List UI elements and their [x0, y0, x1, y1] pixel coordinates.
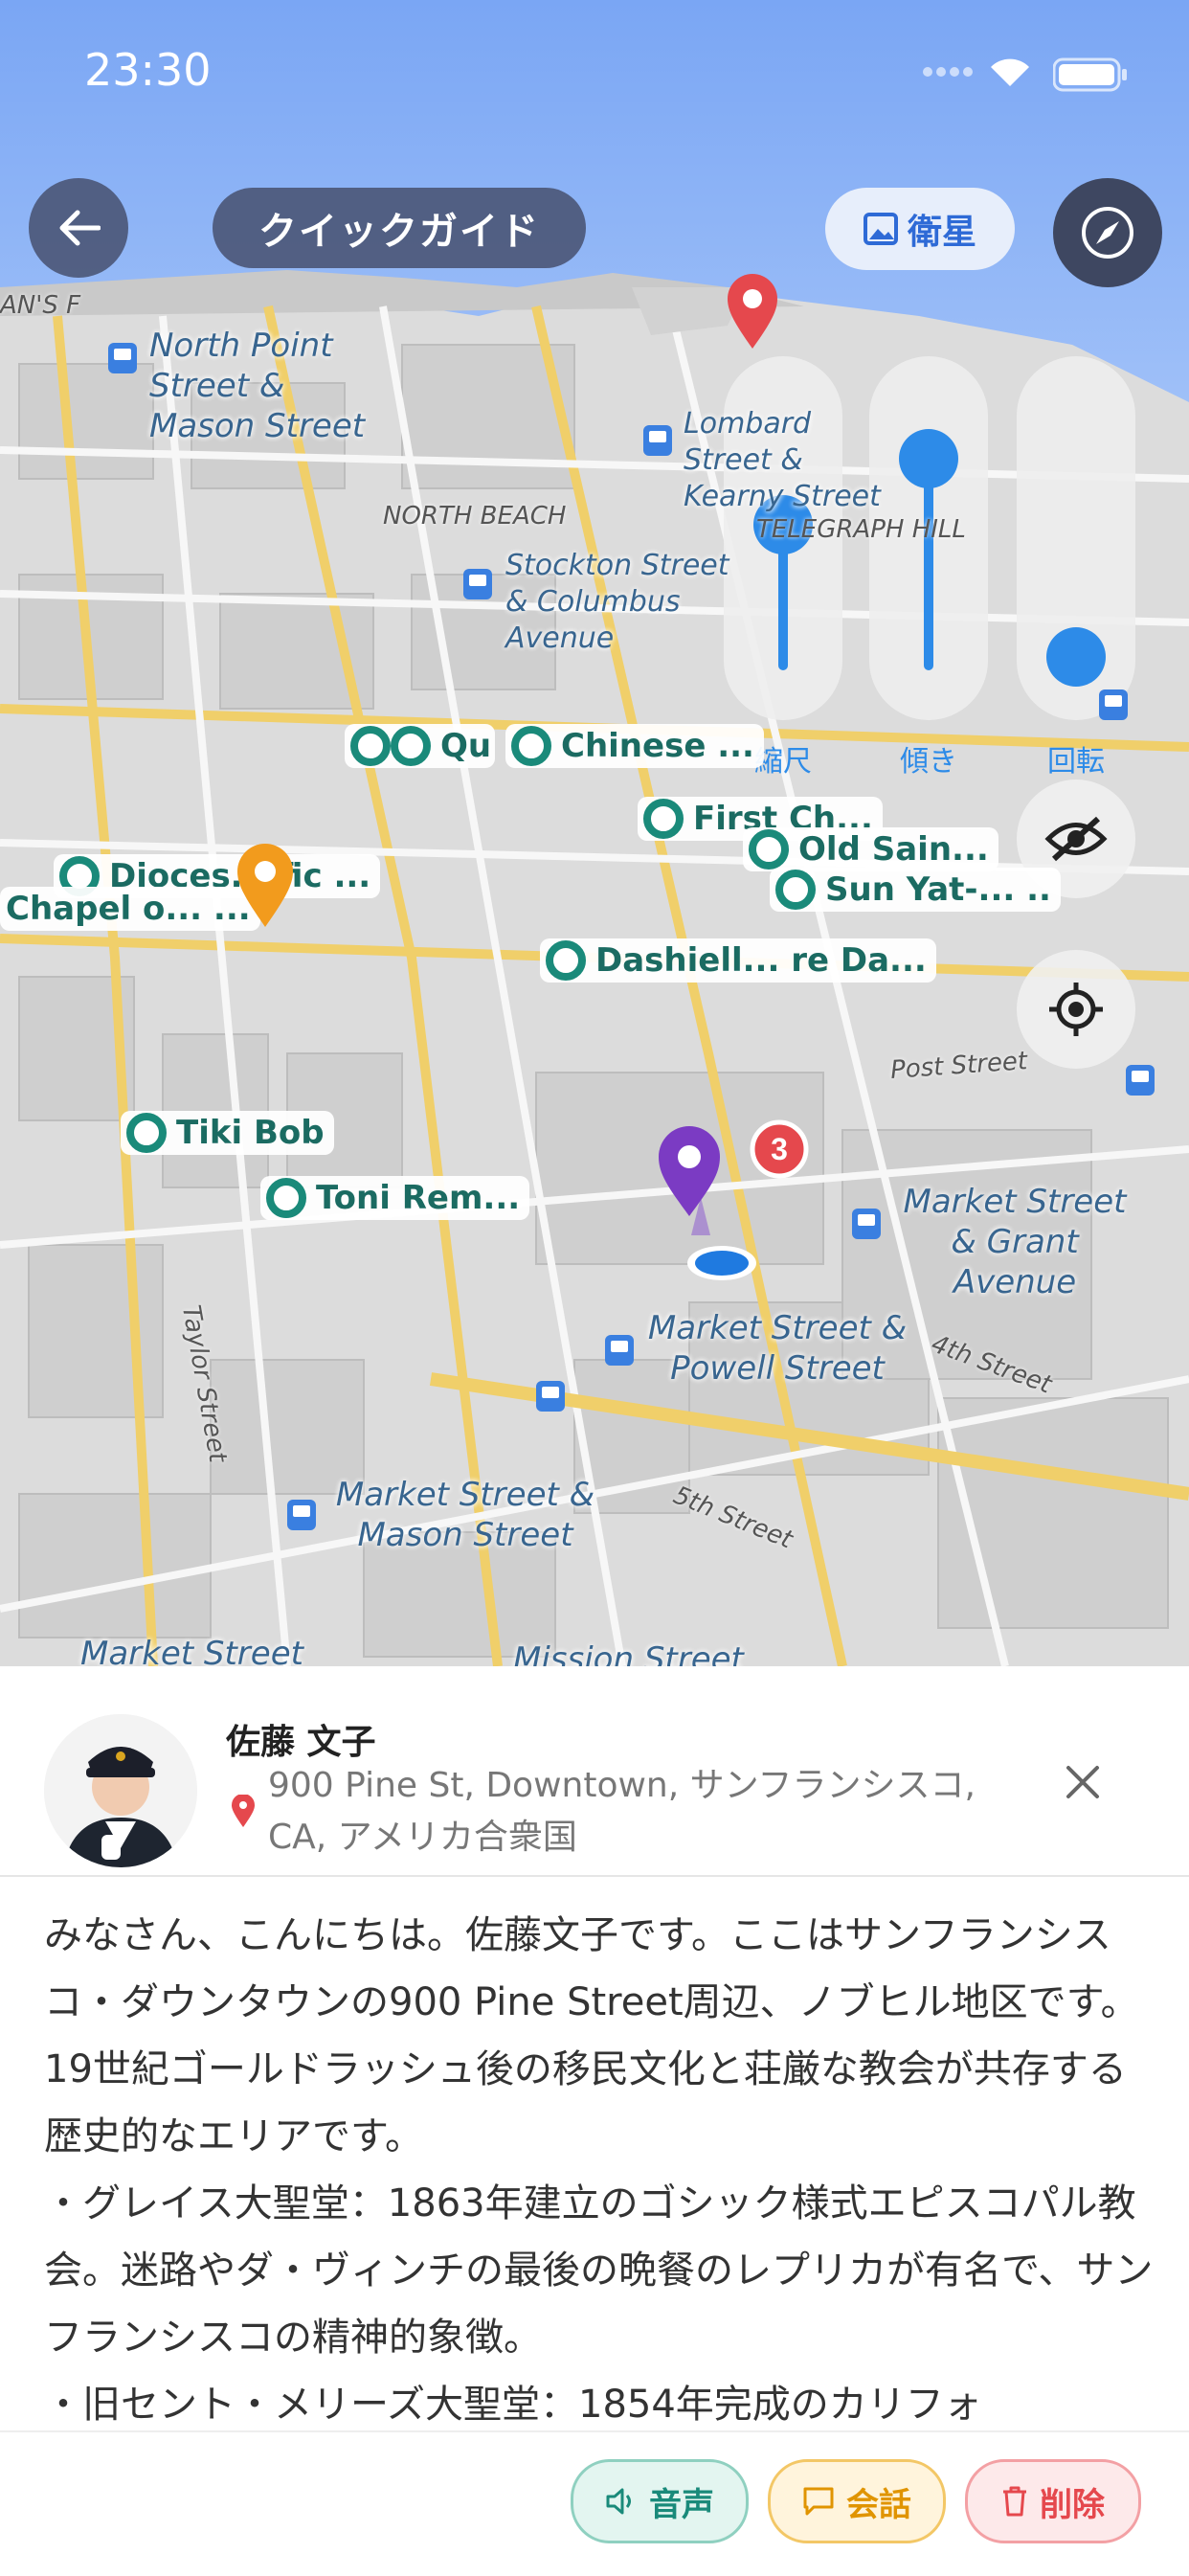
bus-stop-label: Market Street & Powell Street: [647, 1309, 908, 1388]
chat-label: 会話: [846, 2485, 911, 2524]
trash-icon: [1003, 2486, 1026, 2517]
location-pin-icon: [232, 1795, 255, 1827]
poi-dot-icon: [643, 799, 684, 839]
cell-signal-icon: [963, 67, 973, 77]
battery-icon: [1053, 57, 1127, 92]
bus-stop-icon[interactable]: [1126, 1065, 1155, 1096]
current-location-icon: [687, 1246, 756, 1280]
back-button[interactable]: [29, 178, 128, 278]
poi-marker[interactable]: Sun Yat-... ..: [770, 868, 1061, 912]
bus-stop-icon[interactable]: [852, 1209, 881, 1239]
poi-label: Qu: [440, 727, 492, 765]
area-label: AN'S F: [0, 291, 81, 320]
bus-stop-icon[interactable]: [605, 1335, 634, 1366]
bus-stop-icon[interactable]: [108, 343, 137, 373]
cell-signal-icon: [950, 67, 959, 77]
crosshair-icon: [1049, 983, 1103, 1036]
poi-dot-icon: [546, 940, 586, 981]
image-icon: [863, 213, 898, 245]
avatar: [44, 1714, 197, 1867]
tilt-knob[interactable]: [899, 429, 958, 489]
audio-label: 音声: [649, 2485, 714, 2524]
audio-button[interactable]: 音声: [571, 2459, 749, 2543]
poi-marker[interactable]: Chapel o... ...: [0, 887, 260, 931]
bus-stop-label: Market Street: [80, 1635, 303, 1666]
poi-marker[interactable]: Toni Rem...: [260, 1176, 530, 1220]
compass-button[interactable]: [1053, 178, 1162, 287]
eye-off-icon: [1044, 816, 1108, 862]
bus-stop-icon[interactable]: [536, 1381, 565, 1412]
bus-stop-label: Mission Street: [513, 1640, 744, 1666]
tilt-label: 傾き: [900, 745, 957, 779]
bus-stop-icon[interactable]: [643, 425, 672, 456]
delete-label: 削除: [1040, 2485, 1105, 2524]
divider: [0, 1875, 1189, 1877]
rotate-slider[interactable]: [1017, 356, 1135, 720]
status-time: 23:30: [84, 44, 212, 96]
close-icon[interactable]: [1059, 1758, 1107, 1806]
chat-bubble-icon: [803, 2487, 834, 2516]
cell-signal-icon: [936, 67, 946, 77]
poi-dot-icon: [126, 1113, 167, 1153]
compass-icon: [1082, 207, 1133, 259]
location-pin-icon[interactable]: [724, 272, 781, 352]
bus-stop-label: Market Street & Mason Street: [335, 1476, 595, 1554]
bus-stop-icon[interactable]: [463, 569, 492, 599]
poi-marker[interactable]: Old Sain...: [743, 827, 998, 871]
cell-signal-icon: [923, 67, 932, 77]
wifi-icon: [991, 58, 1029, 86]
poi-pin-icon[interactable]: [234, 843, 297, 931]
guide-pin-icon[interactable]: [653, 1120, 749, 1245]
description-paragraph: ・旧セント・メリーズ大聖堂：1854年完成のカリフォ: [44, 2383, 982, 2427]
guide-portrait: [44, 1714, 197, 1867]
bus-stop-label: North Point Street & Mason Street: [149, 327, 366, 445]
poi-marker[interactable]: Qu: [345, 724, 496, 768]
guide-name: 佐藤 文子: [226, 1723, 376, 1762]
poi-label: Chapel o... ...: [6, 890, 251, 928]
poi-marker[interactable]: Dashiell... re Da...: [540, 938, 936, 983]
tilt-track: [924, 459, 933, 670]
poi-dot-icon: [350, 726, 391, 766]
bus-stop-icon[interactable]: [287, 1500, 316, 1530]
back-arrow-icon: [59, 210, 101, 246]
map-view[interactable]: 23:30 クイックガイド 衛星 縮尺 傾き 回転 AN'S F NORTH B…: [0, 0, 1189, 1666]
map-base: [0, 0, 1189, 1666]
poi-dot-icon: [391, 726, 431, 766]
poi-label: Tiki Bob: [176, 1114, 325, 1152]
poi-dot-icon: [749, 829, 789, 870]
guide-address: 900 Pine St, Downtown, サンフランシスコ, CA, アメリ…: [268, 1766, 976, 1857]
status-bar: 23:30: [0, 0, 1189, 144]
delete-button[interactable]: 削除: [965, 2459, 1141, 2543]
description-paragraph: ・グレイス大聖堂：1863年建立のゴシック様式エピスコパル教会。迷路やダ・ヴィン…: [44, 2181, 1154, 2360]
speaker-icon: [606, 2488, 631, 2515]
bus-stop-label: Market Street & Grant Avenue: [903, 1183, 1127, 1301]
area-label: NORTH BEACH: [383, 502, 567, 531]
poi-dot-icon: [775, 870, 816, 910]
bus-stop-icon[interactable]: [1099, 689, 1128, 720]
cluster-count: 3: [771, 1132, 788, 1166]
quick-guide-button[interactable]: クイックガイド: [213, 188, 586, 268]
bus-stop-label: Stockton Street & Columbus Avenue: [505, 549, 729, 655]
poi-marker[interactable]: Chinese ...: [505, 724, 764, 768]
poi-label: Old Sain...: [798, 830, 989, 869]
rotate-knob[interactable]: [1046, 627, 1106, 688]
satellite-label: 衛星: [907, 213, 976, 252]
area-label: TELEGRAPH HILL: [756, 515, 966, 544]
my-location-button[interactable]: [1017, 950, 1135, 1069]
bus-stop-label: Lombard Street & Kearny Street: [684, 407, 881, 513]
rotate-label: 回転: [1047, 745, 1105, 779]
poi-label: Sun Yat-... ..: [825, 870, 1051, 909]
chat-button[interactable]: 会話: [768, 2459, 946, 2543]
poi-dot-icon: [511, 726, 551, 766]
poi-label: Toni Rem...: [316, 1179, 521, 1217]
poi-dot-icon: [266, 1178, 306, 1218]
poi-label: Dashiell... re Da...: [595, 941, 927, 980]
cluster-badge[interactable]: 3: [749, 1119, 810, 1180]
poi-label: Chinese ...: [561, 727, 754, 765]
poi-marker[interactable]: Tiki Bob: [121, 1111, 334, 1155]
guide-description: みなさん、こんにちは。佐藤文子です。ここはサンフランシスコ・ダウンタウンの900…: [44, 1902, 1155, 2438]
satellite-toggle-button[interactable]: 衛星: [825, 188, 1015, 270]
description-paragraph: みなさん、こんにちは。佐藤文子です。ここはサンフランシスコ・ダウンタウンの900…: [44, 1913, 1139, 2158]
